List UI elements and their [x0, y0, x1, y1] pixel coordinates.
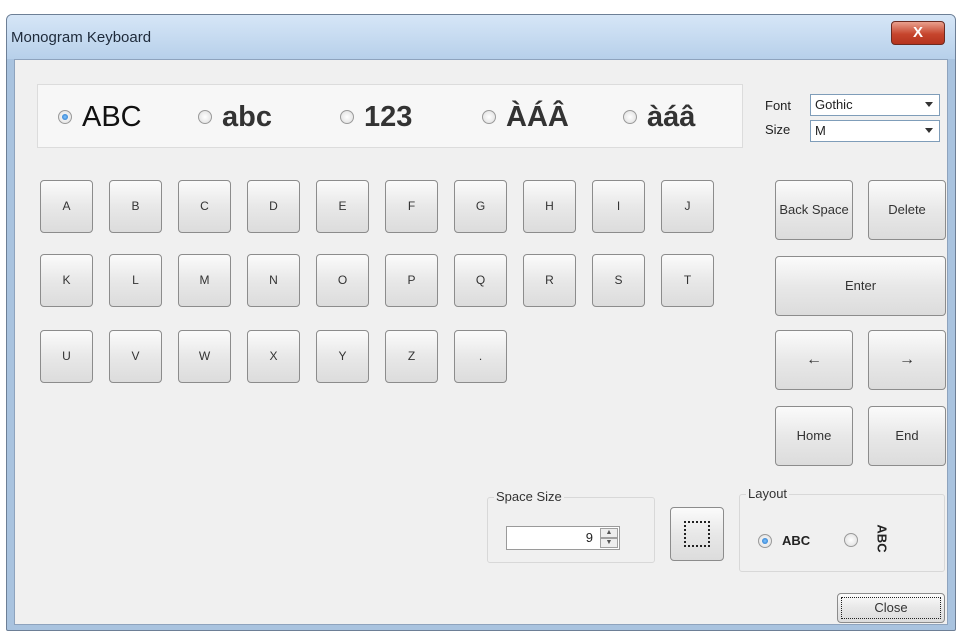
layout-label: Layout: [746, 486, 790, 501]
character-set-selector: ABC abc 123 ÀÁÂ àáâ: [37, 84, 743, 148]
mode-label-numbers: 123: [364, 100, 413, 133]
key-q[interactable]: Q: [454, 254, 507, 307]
key-period[interactable]: .: [454, 330, 507, 383]
backspace-button[interactable]: Back Space: [775, 180, 853, 240]
layout-label-horizontal: ABC: [782, 533, 811, 548]
key-h[interactable]: H: [523, 180, 576, 233]
font-select-value: Gothic: [815, 97, 853, 112]
window-title: Monogram Keyboard: [11, 29, 152, 46]
spinner-up-icon[interactable]: ▲: [600, 528, 618, 538]
key-y[interactable]: Y: [316, 330, 369, 383]
layout-radio-vertical[interactable]: [844, 533, 858, 547]
space-size-spinner[interactable]: 9 ▲ ▼: [506, 526, 620, 550]
space-size-group: Space Size 9 ▲ ▼: [487, 489, 655, 563]
size-label: Size: [765, 122, 791, 137]
dialog-body: ABC abc 123 ÀÁÂ àáâ Font Gothic Size M A…: [14, 59, 948, 625]
key-j[interactable]: J: [661, 180, 714, 233]
key-o[interactable]: O: [316, 254, 369, 307]
layout-radio-horizontal[interactable]: [758, 533, 772, 548]
font-label: Font: [765, 98, 792, 113]
key-s[interactable]: S: [592, 254, 645, 307]
frame-toggle-button[interactable]: [670, 507, 724, 561]
close-button[interactable]: Close: [837, 593, 945, 623]
key-t[interactable]: T: [661, 254, 714, 307]
space-size-label: Space Size: [494, 489, 564, 504]
delete-button[interactable]: Delete: [868, 180, 946, 240]
arrow-right-button[interactable]: →: [868, 330, 946, 390]
focus-rect: [841, 597, 941, 619]
layout-option-vertical[interactable]: [844, 533, 868, 547]
dotted-frame-icon: [684, 521, 710, 547]
mode-label-accented-upper: ÀÁÂ: [506, 100, 569, 133]
end-button[interactable]: End: [868, 406, 946, 466]
key-i[interactable]: I: [592, 180, 645, 233]
chevron-down-icon: [925, 128, 933, 133]
mode-radio-uppercase[interactable]: [58, 110, 72, 124]
font-select[interactable]: Gothic: [810, 94, 940, 116]
spinner-down-icon[interactable]: ▼: [600, 538, 618, 548]
mode-radio-accented-upper[interactable]: [482, 110, 496, 124]
mode-option-lowercase[interactable]: abc: [198, 99, 272, 135]
home-button[interactable]: Home: [775, 406, 853, 466]
mode-radio-accented-lower[interactable]: [623, 110, 637, 124]
key-x[interactable]: X: [247, 330, 300, 383]
space-size-value: 9: [585, 530, 593, 545]
key-p[interactable]: P: [385, 254, 438, 307]
key-e[interactable]: E: [316, 180, 369, 233]
mode-radio-numbers[interactable]: [340, 110, 354, 124]
key-f[interactable]: F: [385, 180, 438, 233]
layout-group: Layout ABC ABC: [739, 486, 945, 572]
mode-radio-lowercase[interactable]: [198, 110, 212, 124]
key-r[interactable]: R: [523, 254, 576, 307]
key-b[interactable]: B: [109, 180, 162, 233]
mode-label-accented-lower: àáâ: [647, 100, 696, 133]
key-l[interactable]: L: [109, 254, 162, 307]
mode-option-numbers[interactable]: 123: [340, 99, 412, 135]
layout-label-vertical: ABC: [874, 524, 890, 553]
key-d[interactable]: D: [247, 180, 300, 233]
mode-option-uppercase[interactable]: ABC: [58, 99, 142, 135]
enter-button[interactable]: Enter: [775, 256, 946, 316]
size-select[interactable]: M: [810, 120, 940, 142]
chevron-down-icon: [925, 102, 933, 107]
key-w[interactable]: W: [178, 330, 231, 383]
key-c[interactable]: C: [178, 180, 231, 233]
size-select-value: M: [815, 123, 826, 138]
mode-option-accented-lower[interactable]: àáâ: [623, 99, 695, 135]
arrow-left-button[interactable]: ←: [775, 330, 853, 390]
mode-label-lowercase: abc: [222, 100, 272, 133]
spinner-buttons: ▲ ▼: [600, 528, 618, 548]
key-g[interactable]: G: [454, 180, 507, 233]
key-z[interactable]: Z: [385, 330, 438, 383]
mode-option-accented-upper[interactable]: ÀÁÂ: [482, 99, 569, 135]
key-k[interactable]: K: [40, 254, 93, 307]
key-n[interactable]: N: [247, 254, 300, 307]
layout-option-horizontal[interactable]: ABC: [758, 533, 810, 548]
key-u[interactable]: U: [40, 330, 93, 383]
title-bar[interactable]: Monogram Keyboard X: [7, 15, 955, 59]
mode-label-uppercase: ABC: [82, 100, 142, 133]
monogram-keyboard-window: Monogram Keyboard X ABC abc 123 ÀÁÂ àáâ …: [6, 14, 956, 631]
key-v[interactable]: V: [109, 330, 162, 383]
window-close-button[interactable]: X: [891, 21, 945, 45]
key-m[interactable]: M: [178, 254, 231, 307]
key-a[interactable]: A: [40, 180, 93, 233]
